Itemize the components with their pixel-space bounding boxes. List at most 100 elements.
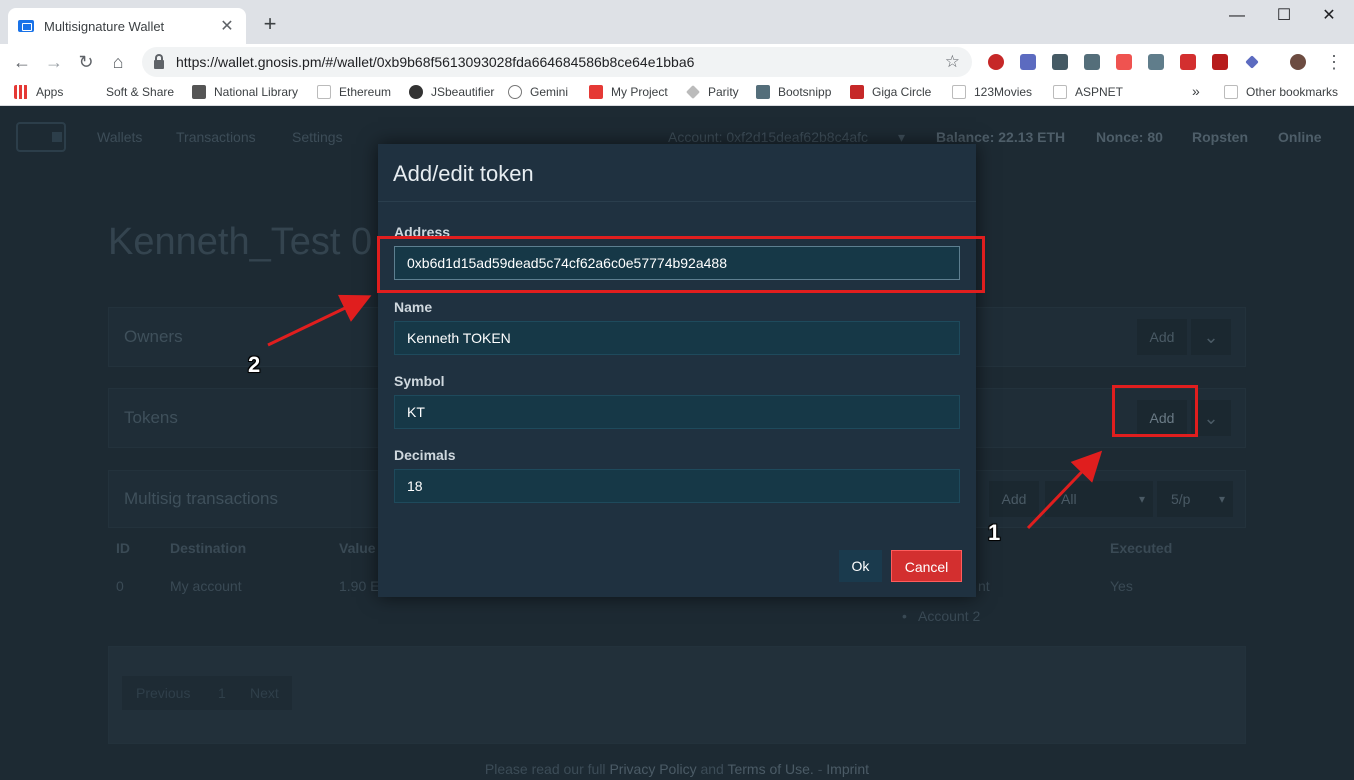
library-icon: [192, 85, 206, 99]
add-transaction-button[interactable]: Add: [989, 481, 1039, 517]
page-size-select[interactable]: 5/p ▾: [1157, 481, 1233, 517]
reload-icon[interactable]: ↻: [72, 48, 100, 76]
row-destination[interactable]: My account: [170, 578, 242, 594]
lock-icon: [154, 53, 164, 69]
nav-settings[interactable]: Settings: [292, 129, 343, 145]
shield-extension-icon[interactable]: [1212, 54, 1228, 70]
row-executed: Yes: [1110, 578, 1133, 594]
bookmarks-bar: Apps Soft & Share National Library Ether…: [0, 80, 1354, 106]
profile-avatar-icon[interactable]: [1290, 54, 1306, 70]
other-bookmarks[interactable]: Other bookmarks: [1224, 85, 1338, 99]
privacy-policy-link[interactable]: Privacy Policy: [609, 761, 696, 777]
tab-close-icon[interactable]: ✕: [218, 16, 236, 36]
bug-extension-icon[interactable]: [1180, 54, 1196, 70]
globe-icon: [508, 85, 522, 99]
pagination-next[interactable]: Next: [250, 676, 279, 710]
bookmark-giga-circle[interactable]: Giga Circle: [850, 85, 931, 99]
diamond-extension-icon[interactable]: [1245, 55, 1259, 69]
camera-extension-icon[interactable]: [1148, 54, 1164, 70]
address-highlight-box: [377, 236, 985, 293]
translate-extension-icon[interactable]: [1020, 54, 1036, 70]
row-id: 0: [116, 578, 124, 594]
home-icon[interactable]: ⌂: [104, 48, 132, 76]
terms-of-use-link[interactable]: Terms of Use.: [727, 761, 813, 777]
browser-tab[interactable]: Multisignature Wallet ✕: [8, 8, 246, 44]
url-text[interactable]: https://wallet.gnosis.pm/#/wallet/0xb9b6…: [176, 54, 945, 70]
tab-title: Multisignature Wallet: [44, 18, 165, 34]
bookmark-gemini[interactable]: Gemini: [508, 85, 568, 99]
symbol-input[interactable]: [394, 395, 960, 429]
nav-status: Online: [1278, 129, 1322, 145]
arrow-extension-icon[interactable]: [1116, 54, 1132, 70]
pagination-page[interactable]: 1: [218, 676, 226, 710]
address-bar[interactable]: https://wallet.gnosis.pm/#/wallet/0xb9b6…: [142, 47, 972, 77]
extension-icon[interactable]: [988, 54, 1004, 70]
multisig-title: Multisig transactions: [124, 489, 279, 508]
row-value: 1.90 E: [339, 578, 380, 594]
bookmark-parity[interactable]: Parity: [686, 85, 739, 99]
row-confirmation-2: Account 2: [918, 608, 981, 624]
footer-prefix: Please read our full: [484, 761, 606, 777]
nav-transactions[interactable]: Transactions: [176, 129, 256, 145]
nav-balance: Balance: 22.13 ETH: [936, 129, 1066, 145]
nav-nonce: Nonce: 80: [1096, 129, 1163, 145]
add-edit-token-modal: Add/edit token Address Name Symbol Decim…: [378, 144, 976, 597]
minimize-button[interactable]: —: [1214, 2, 1260, 30]
bootsnipp-icon: [756, 85, 770, 99]
pagination-panel: Previous 1 Next: [108, 646, 1246, 744]
bookmark-label: Bootsnipp: [778, 85, 832, 99]
column-header-executed: Executed: [1110, 540, 1173, 556]
nav-network: Ropsten: [1192, 129, 1248, 145]
bookmark-star-icon[interactable]: ☆: [945, 52, 960, 72]
name-label: Name: [394, 299, 433, 315]
owners-chevron-down-icon[interactable]: ⌄: [1191, 319, 1231, 355]
giga-circle-icon: [850, 85, 864, 99]
add-owner-button[interactable]: Add: [1137, 319, 1187, 355]
bookmark-jsbeautifier[interactable]: JSbeautifier: [409, 85, 494, 99]
browser-toolbar: ← → ↻ ⌂ https://wallet.gnosis.pm/#/walle…: [0, 44, 1354, 80]
cancel-button[interactable]: Cancel: [891, 550, 962, 582]
bookmark-label: Soft & Share: [106, 85, 175, 99]
transaction-filter-select[interactable]: All ▾: [1045, 481, 1153, 517]
new-tab-button[interactable]: +: [258, 12, 282, 36]
nav-account[interactable]: Account: 0xf2d15deaf62b8c4afc: [668, 129, 878, 145]
bookmark-label: ASPNET: [1075, 85, 1124, 99]
imprint-link[interactable]: Imprint: [826, 761, 869, 777]
callout-step-2: 2: [248, 352, 261, 377]
pen-extension-icon[interactable]: [1084, 54, 1100, 70]
window-close-button[interactable]: ✕: [1306, 2, 1352, 30]
name-input[interactable]: [394, 321, 960, 355]
caret-down-icon: ▾: [1218, 492, 1225, 506]
json-extension-icon[interactable]: [1052, 54, 1068, 70]
bookmark-123movies[interactable]: 123Movies: [952, 85, 1032, 99]
bookmark-label: Apps: [36, 85, 64, 99]
back-arrow-icon[interactable]: ←: [8, 48, 36, 76]
footer-and: and: [700, 761, 724, 777]
forward-arrow-icon[interactable]: →: [40, 48, 68, 76]
decimals-input[interactable]: [394, 469, 960, 503]
bookmark-ethereum[interactable]: Ethereum: [317, 85, 391, 99]
bookmark-aspnet[interactable]: ASPNET: [1053, 85, 1123, 99]
bookmark-soft-share[interactable]: Soft & Share: [106, 85, 174, 99]
more-bookmarks-button[interactable]: »: [1192, 83, 1200, 99]
pagination-previous[interactable]: Previous: [136, 676, 190, 710]
modal-title: Add/edit token: [393, 161, 534, 186]
symbol-label: Symbol: [394, 373, 445, 389]
more-vertical-icon[interactable]: ⋮: [1320, 48, 1348, 76]
gnosis-logo-icon[interactable]: [16, 122, 66, 152]
nav-wallets[interactable]: Wallets: [97, 129, 142, 145]
callout-step-1: 1: [988, 520, 1001, 545]
bookmark-label: My Project: [611, 85, 668, 99]
row-confirmation-1: nt: [978, 578, 990, 594]
ok-button[interactable]: Ok: [839, 550, 882, 582]
decimals-label: Decimals: [394, 447, 456, 463]
bookmark-national-library[interactable]: National Library: [192, 85, 298, 99]
folder-icon: [1224, 85, 1238, 99]
apps-grid-icon: [14, 85, 28, 99]
bookmark-apps[interactable]: Apps: [14, 85, 63, 99]
bookmark-my-project[interactable]: My Project: [589, 85, 668, 99]
bookmark-label: Parity: [708, 85, 739, 99]
maximize-button[interactable]: ☐: [1261, 2, 1307, 30]
filter-value: All: [1061, 491, 1077, 507]
bookmark-bootsnipp[interactable]: Bootsnipp: [756, 85, 831, 99]
